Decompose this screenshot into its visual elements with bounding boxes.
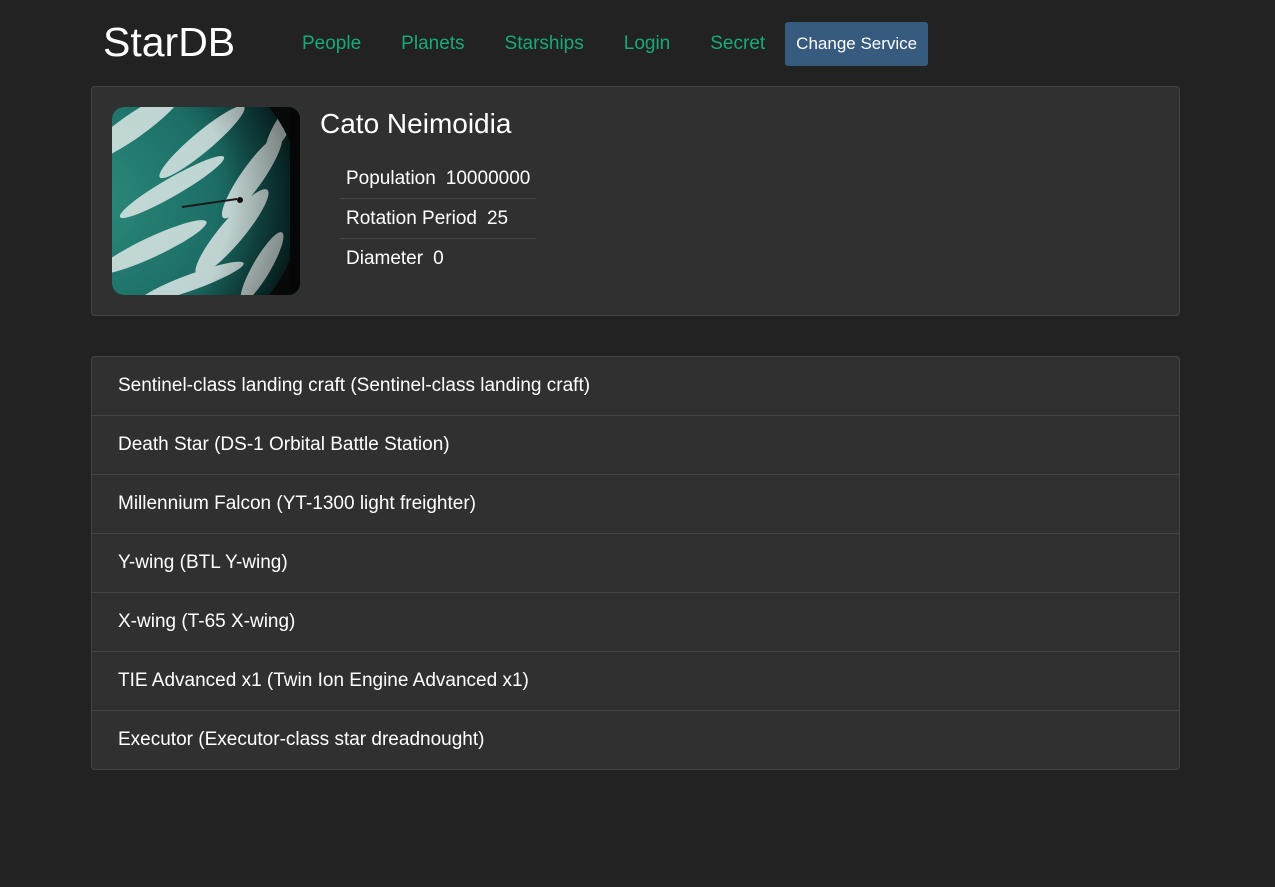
brand-title[interactable]: StarDB bbox=[103, 18, 235, 66]
planet-details-card: Cato Neimoidia Population 10000000 Rotati… bbox=[91, 86, 1180, 316]
stat-label: Diameter bbox=[346, 248, 424, 269]
planet-stats-list: Population 10000000 Rotation Period 25 Dia… bbox=[340, 159, 536, 278]
list-item[interactable]: Millennium Falcon (YT-1300 light freight… bbox=[92, 475, 1179, 534]
list-item[interactable]: Death Star (DS-1 Orbital Battle Station) bbox=[92, 416, 1179, 475]
list-item[interactable]: Executor (Executor-class star dreadnough… bbox=[92, 711, 1179, 769]
main-nav: People Planets Starships Login Secret Ch… bbox=[282, 22, 929, 66]
planet-name: Cato Neimoidia bbox=[320, 108, 512, 139]
list-item[interactable]: X-wing (T-65 X-wing) bbox=[92, 593, 1179, 652]
stat-diameter: Diameter 0 bbox=[340, 239, 536, 278]
stat-label: Population bbox=[346, 168, 436, 189]
list-item[interactable]: TIE Advanced x1 (Twin Ion Engine Advance… bbox=[92, 652, 1179, 711]
stat-population: Population 10000000 bbox=[340, 159, 536, 199]
starship-list: Sentinel-class landing craft (Sentinel-c… bbox=[91, 356, 1180, 770]
nav-starships[interactable]: Starships bbox=[505, 24, 584, 64]
list-item[interactable]: Y-wing (BTL Y-wing) bbox=[92, 534, 1179, 593]
list-item[interactable]: Sentinel-class landing craft (Sentinel-c… bbox=[92, 357, 1179, 416]
stat-value: 25 bbox=[486, 208, 509, 229]
app-container: StarDB People Planets Starships Login Se… bbox=[91, 0, 1180, 770]
nav-secret[interactable]: Secret bbox=[710, 24, 765, 64]
planet-image bbox=[112, 107, 300, 295]
change-service-button[interactable]: Change Service bbox=[785, 22, 929, 66]
nav-login[interactable]: Login bbox=[624, 24, 671, 64]
nav-people[interactable]: People bbox=[302, 24, 361, 64]
planet-icon bbox=[112, 107, 300, 295]
header: StarDB People Planets Starships Login Se… bbox=[91, 0, 1180, 86]
stat-label: Rotation Period bbox=[346, 208, 477, 229]
stat-rotation-period: Rotation Period 25 bbox=[340, 199, 536, 239]
nav-planets[interactable]: Planets bbox=[401, 24, 464, 64]
stat-value: 0 bbox=[433, 248, 444, 269]
stat-value: 10000000 bbox=[445, 168, 531, 189]
